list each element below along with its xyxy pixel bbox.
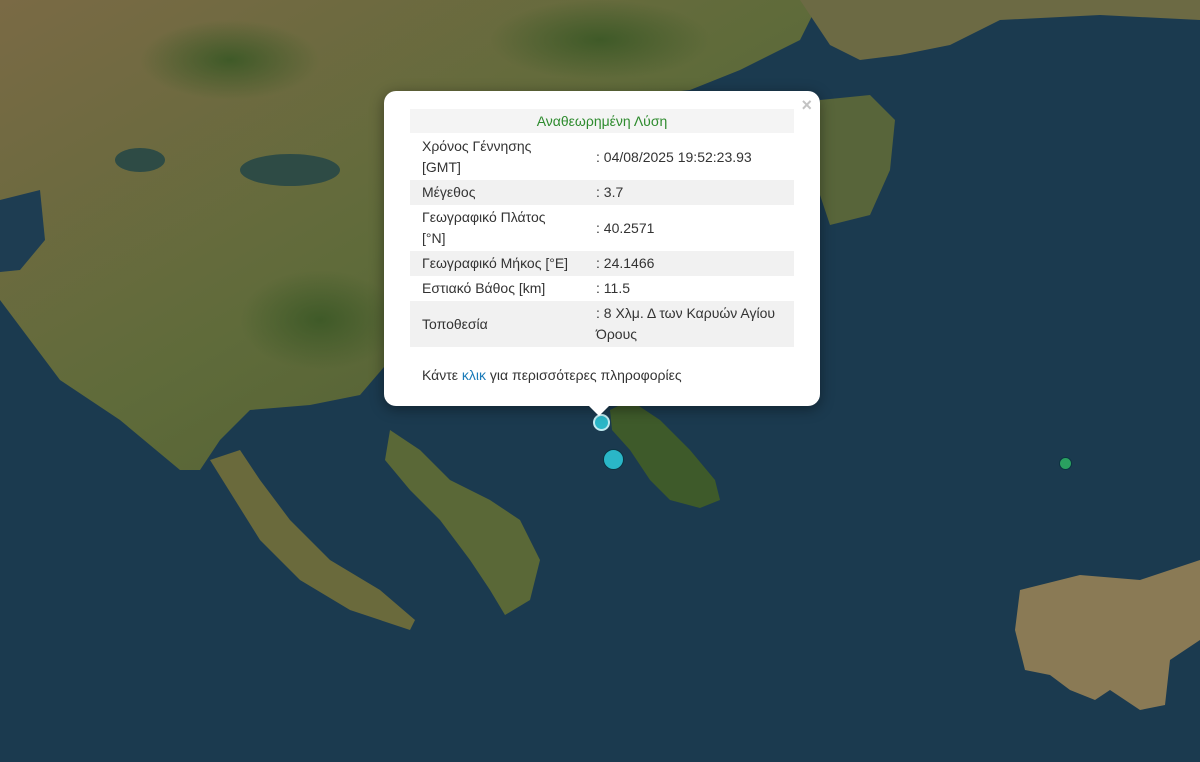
more-info-text: Κάντε κλικ για περισσότερες πληροφορίες (422, 367, 682, 383)
row-value: : 8 Χλμ. Δ των Καρυών Αγίου Όρους (584, 301, 794, 347)
row-value: : 40.2571 (596, 219, 655, 236)
row-label: Τοποθεσία (410, 301, 584, 347)
row-label: Εστιακό Βάθος [km] (422, 280, 546, 296)
table-row: Γεωγραφικό Μήκος [°E] : 24.1466 (410, 251, 794, 276)
lake (115, 148, 165, 172)
more-info-suffix: για περισσότερες πληροφορίες (486, 367, 682, 383)
earthquake-marker-selected[interactable] (593, 414, 610, 431)
row-value: : 3.7 (584, 180, 794, 205)
earthquake-marker[interactable] (1059, 457, 1072, 470)
info-table: Χρόνος Γέννησης [GMT] : 04/08/2025 19:52… (410, 134, 794, 347)
earthquake-info-popup: × Αναθεωρημένη Λύση Χρόνος Γέννησης [GMT… (384, 91, 820, 416)
table-row: Χρόνος Γέννησης [GMT] : 04/08/2025 19:52… (410, 134, 794, 180)
row-label: Χρόνος Γέννησης [GMT] (422, 138, 532, 175)
row-label: Μέγεθος (410, 180, 584, 205)
row-label: Γεωγραφικό Πλάτος [°N] (422, 209, 546, 246)
table-row: Μέγεθος : 3.7 (410, 180, 794, 205)
popup-title: Αναθεωρημένη Λύση (410, 109, 794, 133)
popup-tip (589, 406, 609, 416)
more-info-prefix: Κάντε (422, 367, 462, 383)
close-icon[interactable]: × (801, 95, 812, 116)
table-row: Γεωγραφικό Πλάτος [°N] : 40.2571 (410, 205, 794, 251)
earthquake-marker[interactable] (603, 449, 624, 470)
row-value: : 04/08/2025 19:52:23.93 (596, 148, 752, 165)
table-row: Εστιακό Βάθος [km] : 11.5 (410, 276, 794, 301)
lake (240, 154, 340, 186)
row-value: : 24.1466 (584, 251, 794, 276)
table-row: Τοποθεσία : 8 Χλμ. Δ των Καρυών Αγίου Όρ… (410, 301, 794, 347)
row-value: : 11.5 (596, 280, 630, 296)
row-label: Γεωγραφικό Μήκος [°E] (410, 251, 584, 276)
more-info-link[interactable]: κλικ (462, 367, 486, 383)
